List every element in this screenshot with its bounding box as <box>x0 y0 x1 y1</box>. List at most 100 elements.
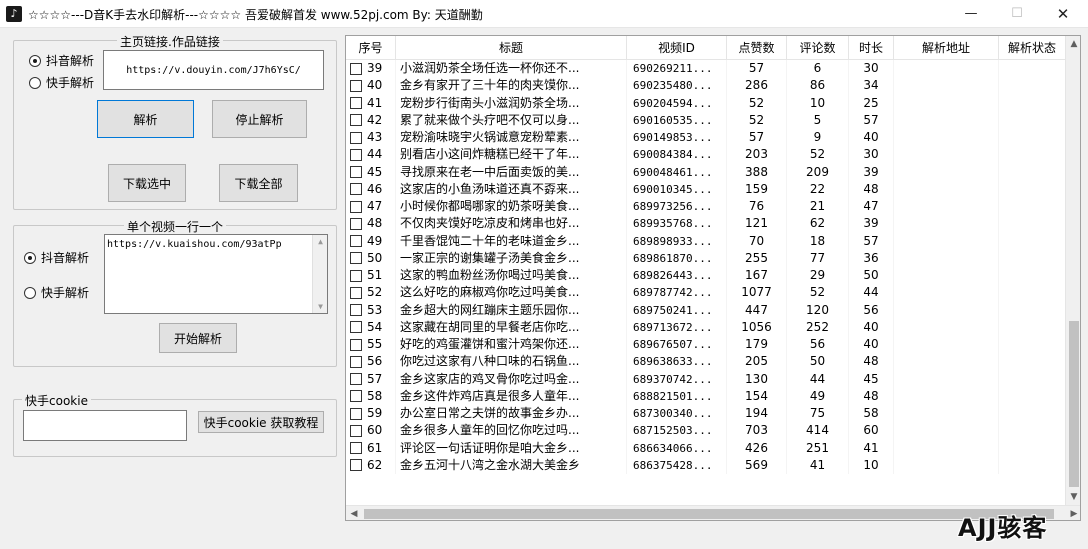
horizontal-scroll-thumb[interactable] <box>364 509 1054 519</box>
table-row[interactable]: 51 这家的鸭血粉丝汤你喝过吗美食... 689826443... 167 29 50 <box>346 267 1066 285</box>
row-likes-cell: 447 <box>727 301 787 319</box>
video-grid[interactable]: 序号 标题 视频ID 点赞数 评论数 时长 解析地址 解析状态 39 小滋润奶茶全… <box>345 35 1081 521</box>
row-likes-cell: 121 <box>727 215 787 233</box>
vertical-scroll-thumb[interactable] <box>1069 321 1079 487</box>
header-title[interactable]: 标题 <box>396 36 627 60</box>
scroll-up-icon[interactable]: ▲ <box>1066 36 1080 52</box>
header-parse-url[interactable]: 解析地址 <box>894 36 999 60</box>
row-checkbox[interactable] <box>350 114 362 127</box>
table-row[interactable]: 57 金乡这家店的鸡叉骨你吃过吗金... 689370742... 130 44 45 <box>346 370 1066 388</box>
row-checkbox[interactable] <box>350 338 362 351</box>
row-checkbox[interactable] <box>350 355 362 368</box>
row-comments-cell: 18 <box>787 232 849 250</box>
parse-button[interactable]: 解析 <box>97 100 194 138</box>
table-row[interactable]: 39 小滋润奶茶全场任选一杯你还不... 690269211... 57 6 30 <box>346 60 1066 78</box>
scroll-left-icon[interactable]: ◀ <box>346 506 362 520</box>
row-checkbox[interactable] <box>350 131 362 144</box>
row-checkbox[interactable] <box>350 459 362 472</box>
table-row[interactable]: 43 宠粉渝味晓宇火锅诚意宠粉荤素... 690149853... 57 9 40 <box>346 129 1066 147</box>
table-row[interactable]: 54 这家藏在胡同里的早餐老店你吃... 689713672... 1056 252 40 <box>346 318 1066 336</box>
row-likes-cell: 205 <box>727 353 787 371</box>
row-checkbox[interactable] <box>350 252 362 265</box>
header-index[interactable]: 序号 <box>346 36 396 60</box>
row-video-id-cell: 687300340... <box>627 405 727 423</box>
radio-douyin-parse[interactable]: 抖音解析 <box>29 52 94 69</box>
row-comments-cell: 29 <box>787 267 849 285</box>
scroll-right-icon[interactable]: ▶ <box>1066 506 1080 520</box>
row-parse-url-cell <box>894 336 999 354</box>
table-row[interactable]: 46 这家店的小鱼汤味道还真不孬来... 690010345... 159 22 48 <box>346 180 1066 198</box>
row-checkbox[interactable] <box>350 321 362 334</box>
header-likes[interactable]: 点赞数 <box>727 36 787 60</box>
row-checkbox[interactable] <box>350 407 362 420</box>
table-row[interactable]: 45 寻找原来在老一中后面卖饭的美... 690048461... 388 209 39 <box>346 163 1066 181</box>
row-checkbox[interactable] <box>350 304 362 317</box>
scroll-up-icon[interactable]: ▲ <box>313 237 328 246</box>
header-parse-status[interactable]: 解析状态 <box>999 36 1066 60</box>
start-parse-button[interactable]: 开始解析 <box>159 323 237 353</box>
textarea-scrollbar[interactable]: ▲ ▼ <box>312 235 327 313</box>
radio-single-kuaishou[interactable]: 快手解析 <box>24 284 89 301</box>
grid-header: 序号 标题 视频ID 点赞数 评论数 时长 解析地址 解析状态 <box>346 36 1066 60</box>
table-row[interactable]: 62 金乡五河十八湾之金水湖大美金乡 686375428... 569 41 10 <box>346 456 1066 474</box>
maximize-button[interactable]: ☐ <box>994 0 1040 28</box>
link-group: 主页链接.作品链接 抖音解析 快手解析 https://v.douyin.com… <box>13 33 337 210</box>
row-checkbox[interactable] <box>350 166 362 179</box>
radio-kuaishou-parse[interactable]: 快手解析 <box>29 74 94 91</box>
row-checkbox[interactable] <box>350 373 362 386</box>
row-checkbox[interactable] <box>350 183 362 196</box>
table-row[interactable]: 56 你吃过这家有八种口味的石锅鱼... 689638633... 205 50 48 <box>346 353 1066 371</box>
row-checkbox[interactable] <box>350 424 362 437</box>
table-row[interactable]: 53 金乡超大的网红蹦床主题乐园你... 689750241... 447 120 56 <box>346 301 1066 319</box>
cookie-input[interactable] <box>23 410 187 441</box>
link-input[interactable]: https://v.douyin.com/J7h6YsC/ <box>103 50 324 90</box>
row-index-cell: 55 <box>346 336 396 354</box>
table-row[interactable]: 61 评论区一句话证明你是咱大金乡... 686634066... 426 251 41 <box>346 439 1066 457</box>
row-title-cell: 宠粉渝味晓宇火锅诚意宠粉荤素... <box>396 129 627 147</box>
header-video-id[interactable]: 视频ID <box>627 36 727 60</box>
grid-vertical-scrollbar[interactable]: ▲ ▼ <box>1065 36 1080 505</box>
header-comments[interactable]: 评论数 <box>787 36 849 60</box>
row-parse-url-cell <box>894 387 999 405</box>
row-checkbox[interactable] <box>350 217 362 230</box>
row-checkbox[interactable] <box>350 269 362 282</box>
table-row[interactable]: 49 千里香馄饨二十年的老味道金乡... 689898933... 70 18 57 <box>346 232 1066 250</box>
row-index: 47 <box>367 199 383 214</box>
table-row[interactable]: 41 宠粉步行街南头小滋润奶茶全场... 690204594... 52 10 25 <box>346 94 1066 112</box>
stop-parse-button[interactable]: 停止解析 <box>212 100 307 138</box>
table-row[interactable]: 44 别看店小这间炸糖糕已经干了年... 690084384... 203 52 30 <box>346 146 1066 164</box>
table-row[interactable]: 48 不仅肉夹馍好吃凉皮和烤串也好... 689935768... 121 62 39 <box>346 215 1066 233</box>
header-duration[interactable]: 时长 <box>849 36 894 60</box>
row-checkbox[interactable] <box>350 79 362 92</box>
row-checkbox[interactable] <box>350 97 362 110</box>
table-row[interactable]: 60 金乡很多人童年的回忆你吃过吗... 687152503... 703 414 60 <box>346 422 1066 440</box>
minimize-button[interactable]: — <box>948 0 994 28</box>
row-title-cell: 宠粉步行街南头小滋润奶茶全场... <box>396 94 627 112</box>
radio-single-douyin[interactable]: 抖音解析 <box>24 249 89 266</box>
row-index-cell: 60 <box>346 422 396 440</box>
table-row[interactable]: 47 小时候你都喝哪家的奶茶呀美食... 689973256... 76 21 47 <box>346 198 1066 216</box>
row-checkbox[interactable] <box>350 390 362 403</box>
row-likes-cell: 179 <box>727 336 787 354</box>
row-title-cell: 这家藏在胡同里的早餐老店你吃... <box>396 318 627 336</box>
scroll-down-icon[interactable]: ▼ <box>313 302 328 311</box>
cookie-tutorial-button[interactable]: 快手cookie 获取教程 <box>198 411 324 433</box>
table-row[interactable]: 55 好吃的鸡蛋灌饼和蜜汁鸡架你还... 689676507... 179 56 40 <box>346 336 1066 354</box>
table-row[interactable]: 40 金乡有家开了三十年的肉夹馍你... 690235480... 286 86 34 <box>346 77 1066 95</box>
row-checkbox[interactable] <box>350 62 362 75</box>
table-row[interactable]: 50 一家正宗的谢集罐子汤美食金乡... 689861870... 255 77 36 <box>346 249 1066 267</box>
table-row[interactable]: 58 金乡这件炸鸡店真是很多人童年... 688821501... 154 49 48 <box>346 387 1066 405</box>
row-checkbox[interactable] <box>350 200 362 213</box>
row-checkbox[interactable] <box>350 286 362 299</box>
row-checkbox[interactable] <box>350 442 362 455</box>
download-all-button[interactable]: 下载全部 <box>219 164 298 202</box>
download-selected-button[interactable]: 下载选中 <box>108 164 186 202</box>
scroll-down-icon[interactable]: ▼ <box>1066 489 1080 505</box>
close-button[interactable]: ✕ <box>1040 0 1086 28</box>
table-row[interactable]: 59 办公室日常之夫饼的故事金乡办... 687300340... 194 75 58 <box>346 405 1066 423</box>
table-row[interactable]: 42 累了就来做个头疗吧不仅可以身... 690160535... 52 5 57 <box>346 111 1066 129</box>
row-checkbox[interactable] <box>350 235 362 248</box>
row-checkbox[interactable] <box>350 148 362 161</box>
table-row[interactable]: 52 这么好吃的麻椒鸡你吃过吗美食... 689787742... 1077 52 44 <box>346 284 1066 302</box>
single-video-textarea[interactable]: https://v.kuaishou.com/93atPp ▲ ▼ <box>104 234 328 314</box>
